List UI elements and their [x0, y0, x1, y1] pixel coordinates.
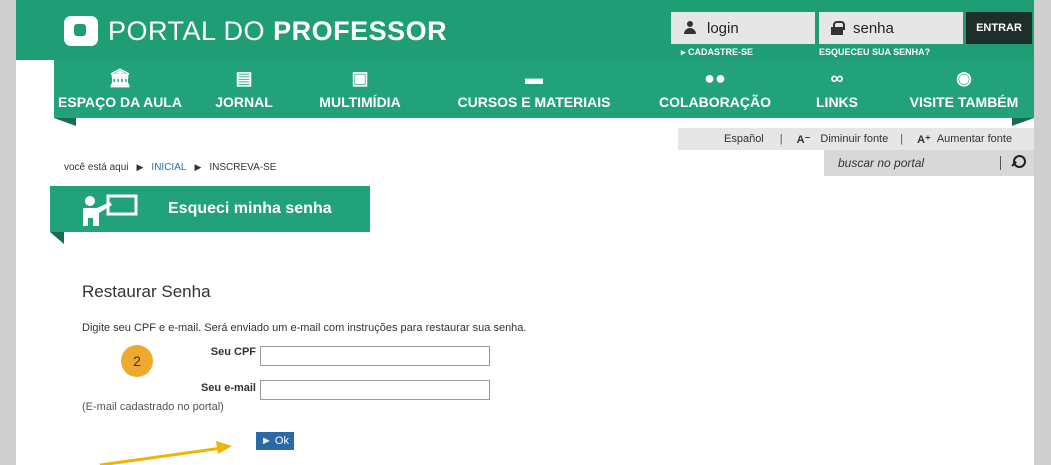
separator: | — [900, 133, 904, 145]
nav-item-espaco-da-aula[interactable]: 🏛 ESPAÇO DA AULA — [54, 60, 186, 118]
forgot-password-link[interactable]: ESQUECEU SUA SENHA? — [819, 47, 930, 57]
search-icon[interactable] — [1010, 155, 1026, 171]
page-title: Esqueci minha senha — [168, 200, 332, 217]
nav-item-links[interactable]: ∞ LINKS — [780, 60, 894, 118]
login-placeholder: login — [707, 19, 739, 37]
search-input[interactable]: buscar no portal — [824, 150, 1034, 176]
breadcrumb-item-inicial[interactable]: INICIAL — [151, 162, 186, 173]
language-link[interactable]: Español — [724, 133, 764, 145]
breadcrumb-prefix: você está aqui — [64, 162, 129, 173]
lock-icon — [831, 21, 845, 35]
nav-label: JORNAL — [215, 94, 273, 110]
email-label: Seu e-mail — [200, 382, 256, 394]
cpf-label: Seu CPF — [210, 346, 256, 358]
nav-item-multimidia[interactable]: ▣ MULTIMÍDIA — [302, 60, 418, 118]
newspaper-icon: ▤ — [235, 68, 253, 88]
search-placeholder: buscar no portal — [838, 156, 925, 170]
page-banner: Esqueci minha senha — [50, 186, 370, 232]
portal-logo[interactable]: PORTAL DO PROFESSOR — [64, 14, 447, 48]
password-placeholder: senha — [853, 19, 894, 37]
play-icon: ▣ — [351, 68, 369, 88]
main-nav: 🏛 ESPAÇO DA AULA ▤ JORNAL ▣ MULTIMÍDIA ▬… — [54, 60, 1034, 118]
password-field[interactable]: senha — [819, 12, 963, 44]
form-description: Digite seu CPF e e-mail. Será enviado um… — [82, 322, 527, 334]
breadcrumb: você está aqui ▶ INICIAL ▶ INSCREVA-SE — [64, 162, 276, 173]
teacher-board-icon — [83, 194, 138, 226]
nav-label: LINKS — [816, 94, 858, 110]
decrease-font-link[interactable]: Diminuir fonte — [820, 133, 888, 145]
nav-item-visite-tambem[interactable]: ◉ VISITE TAMBÉM — [894, 60, 1034, 118]
eye-icon: ◉ — [956, 68, 972, 88]
ok-label: Ok — [274, 435, 289, 447]
cadastre-label: CADASTRE-SE — [688, 47, 754, 57]
email-field[interactable] — [260, 380, 490, 400]
logo-prefix: PORTAL DO — [108, 15, 266, 46]
accessibility-toolbar: Español | A⁻ Diminuir fonte | A⁺ Aumenta… — [678, 128, 1034, 150]
decrease-font-icon[interactable]: A⁻ — [797, 133, 811, 146]
building-icon: 🏛 — [108, 68, 132, 88]
logo-bold: PROFESSOR — [273, 15, 448, 46]
form-title: Restaurar Senha — [82, 282, 211, 301]
nav-label: ESPAÇO DA AULA — [58, 94, 182, 110]
user-icon — [683, 21, 697, 35]
search-separator — [1000, 156, 1001, 170]
breadcrumb-item-current: INSCREVA-SE — [209, 162, 277, 173]
separator: | — [779, 133, 783, 145]
increase-font-link[interactable]: Aumentar fonte — [937, 133, 1012, 145]
nav-fold-right — [1012, 118, 1034, 126]
ok-button[interactable]: ► Ok — [256, 432, 294, 450]
login-field[interactable]: login — [671, 12, 815, 44]
step-number-badge: 2 — [121, 345, 153, 377]
banner-fold — [50, 232, 64, 244]
nav-item-cursos[interactable]: ▬ CURSOS E MATERIAIS — [418, 60, 650, 118]
nav-label: CURSOS E MATERIAIS — [457, 94, 611, 110]
page-frame: PORTAL DO PROFESSOR login senha ENTRAR ▸… — [16, 0, 1034, 465]
logo-icon — [64, 16, 98, 46]
nav-fold-left — [54, 118, 76, 126]
people-icon: ●● — [704, 68, 726, 88]
link-icon: ∞ — [830, 68, 844, 88]
breadcrumb-arrow-icon: ▶ — [136, 162, 144, 172]
nav-label: VISITE TAMBÉM — [909, 94, 1019, 110]
nav-item-colaboracao[interactable]: ●● COLABORAÇÃO — [650, 60, 780, 118]
top-header: PORTAL DO PROFESSOR login senha ENTRAR ▸… — [16, 0, 1034, 60]
nav-label: COLABORAÇÃO — [659, 94, 771, 110]
increase-font-icon[interactable]: A⁺ — [917, 133, 931, 146]
enter-button[interactable]: ENTRAR — [966, 12, 1032, 44]
nav-label: MULTIMÍDIA — [319, 94, 401, 110]
cpf-field[interactable] — [260, 346, 490, 366]
breadcrumb-arrow-icon: ▶ — [194, 162, 202, 172]
nav-item-jornal[interactable]: ▤ JORNAL — [186, 60, 302, 118]
folder-icon: ▬ — [525, 68, 543, 88]
cadastre-link[interactable]: ▸ CADASTRE-SE — [681, 47, 753, 58]
email-hint: (E-mail cadastrado no portal) — [82, 401, 224, 413]
